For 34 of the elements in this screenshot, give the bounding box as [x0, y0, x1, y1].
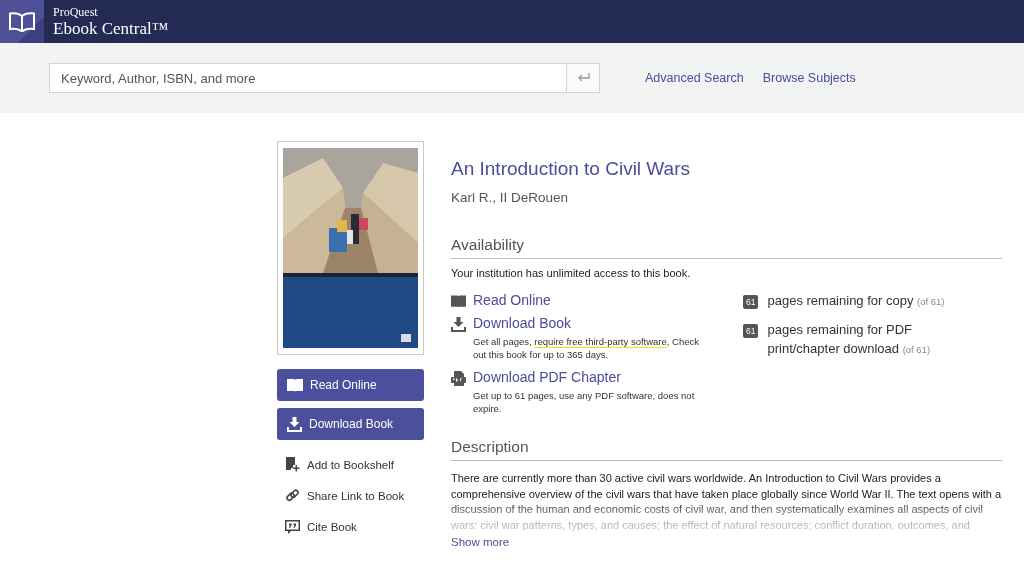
description-text: There are currently more than 30 active civil wars worldwide. An Introduction to Civil Wars provides a comprehensive overview of the civil wars that have taken place globally since World War II. The text opens with a discussion of the human and economic costs of civil war, and then systematically examines all aspects of civil wars: civil war patterns, types, and causes; the effect of natural resources; conflict duration, outcomes, and — [451, 471, 1002, 533]
action-link[interactable]: Cite Book — [285, 516, 424, 537]
section-heading: Availability — [451, 236, 1002, 259]
download-button[interactable]: Download Book — [277, 408, 424, 440]
logo-tile[interactable] — [0, 0, 44, 43]
quota-text: pages remaining for copy (of 61) — [767, 292, 946, 310]
action-link[interactable]: Add to Bookshelf — [285, 454, 424, 475]
option-description: Get up to 61 pages, use any PDF software, does not expire. — [473, 388, 696, 416]
open-book-icon — [8, 11, 36, 32]
access-note: Your institution has unlimited access to this book. — [451, 267, 692, 279]
option-description: Get all pages, require free third-party software, Check out this book for up to 365 days. — [473, 335, 700, 362]
read-online-button[interactable]: Read Online — [277, 369, 424, 401]
book-title: An Introduction to Civil Wars — [451, 158, 691, 180]
option-link[interactable]: Read Online — [473, 292, 551, 308]
count-badge: 61 — [743, 323, 759, 338]
count-badge: 61 — [743, 295, 759, 309]
brand-subtitle: ProQuest — [53, 6, 99, 18]
download-icon — [287, 416, 302, 432]
option-link[interactable]: Download PDF Chapter — [473, 368, 621, 385]
search-field[interactable]: Keyword, Author, ISBN, and more — [49, 63, 566, 93]
brand-title[interactable]: Ebook Central™ — [53, 20, 169, 37]
link-icon — [285, 488, 300, 503]
action-link[interactable]: Share Link to Book — [285, 485, 424, 506]
nav-link[interactable]: Browse Subjects — [762, 71, 856, 85]
book-author: Karl R., II DeRouen — [451, 190, 570, 205]
quote-bubble-icon — [285, 519, 300, 534]
option-link[interactable]: Download Book — [473, 315, 572, 331]
quota-text: pages remaining for PDF print/chapter download (of 61) — [767, 320, 932, 358]
show-more-link[interactable]: Show more — [451, 536, 510, 549]
return-arrow-icon — [576, 73, 590, 83]
nav-link[interactable]: Advanced Search — [645, 71, 744, 85]
section-heading: Description — [451, 438, 1002, 462]
download-icon — [451, 317, 466, 332]
book-add-icon — [285, 457, 300, 472]
